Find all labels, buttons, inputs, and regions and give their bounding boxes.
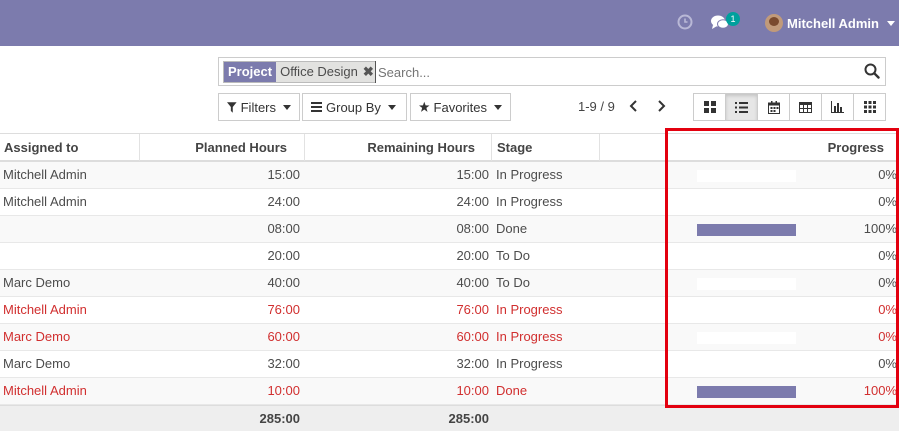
caret-down-icon [387, 104, 396, 110]
chat-counter-badge: 1 [726, 12, 740, 26]
avatar [765, 14, 783, 32]
favorites-label: Favorites [433, 99, 487, 115]
header-stage[interactable]: Stage [497, 134, 532, 161]
cell-assigned-to: Mitchell Admin [3, 167, 87, 182]
cell-remaining-hours: 60:00 [456, 329, 489, 344]
cell-stage: In Progress [496, 329, 563, 344]
kanban-view-button[interactable] [694, 94, 726, 120]
progress-column-highlight [665, 128, 899, 408]
total-remaining-hours: 285:00 [448, 411, 489, 426]
user-menu[interactable]: Mitchell Admin [765, 13, 895, 33]
chevron-left-icon[interactable] [626, 98, 642, 114]
top-navbar: 1 Mitchell Admin [0, 0, 899, 46]
facet-value: Office Design [280, 64, 358, 79]
header-assigned-to[interactable]: Assigned to [4, 134, 78, 161]
cell-stage: In Progress [496, 194, 563, 209]
cell-stage: Done [496, 383, 528, 398]
header-planned-hours[interactable]: Planned Hours [140, 134, 287, 161]
cell-remaining-hours: 32:00 [456, 356, 489, 371]
cell-planned-hours: 15:00 [267, 167, 300, 182]
grid-view-button[interactable] [854, 94, 885, 120]
search-input[interactable] [375, 61, 855, 83]
table-footer-totals: 285:00 285:00 [0, 405, 899, 431]
grid-icon [863, 101, 876, 113]
cell-remaining-hours: 08:00 [456, 221, 489, 236]
cell-stage: Done [496, 221, 528, 236]
bars-icon [311, 102, 322, 112]
user-name: Mitchell Admin [787, 15, 879, 31]
cell-remaining-hours: 40:00 [456, 275, 489, 290]
cell-planned-hours: 20:00 [267, 248, 300, 263]
facet-value-wrap: Office Design ✖ [276, 62, 378, 82]
graph-view-button[interactable] [822, 94, 854, 120]
filter-icon [227, 101, 237, 113]
cell-assigned-to: Marc Demo [3, 275, 71, 290]
cell-assigned-to: Mitchell Admin [3, 302, 87, 317]
cell-stage: To Do [496, 248, 530, 263]
cell-stage: In Progress [496, 167, 563, 182]
list-view-button[interactable] [726, 94, 758, 120]
filters-label: Filters [240, 99, 276, 115]
list-icon [735, 101, 748, 113]
pivot-view-button[interactable] [790, 94, 822, 120]
caret-down-icon [283, 104, 291, 110]
view-switcher [693, 93, 886, 121]
cell-planned-hours: 76:00 [267, 302, 300, 317]
search-facet: Project Office Design ✖ [223, 61, 379, 83]
favorites-button[interactable]: Favorites [410, 93, 511, 121]
table-icon [799, 101, 812, 113]
chevron-down-icon [886, 20, 895, 26]
cell-assigned-to: Mitchell Admin [3, 383, 87, 398]
calendar-view-button[interactable] [758, 94, 790, 120]
facet-category: Project [224, 62, 277, 82]
column-divider [491, 134, 492, 161]
cell-planned-hours: 08:00 [267, 221, 300, 236]
calendar-icon [767, 100, 780, 114]
cell-stage: In Progress [496, 302, 563, 317]
cell-assigned-to: Marc Demo [3, 329, 71, 344]
groupby-label: Group By [326, 99, 381, 115]
cell-stage: To Do [496, 275, 530, 290]
search-bar[interactable]: Project Office Design ✖ [218, 57, 886, 86]
cell-planned-hours: 10:00 [267, 383, 300, 398]
cell-remaining-hours: 24:00 [456, 194, 489, 209]
cell-planned-hours: 40:00 [267, 275, 300, 290]
close-icon[interactable]: ✖ [363, 62, 374, 82]
caret-down-icon [494, 104, 502, 110]
clock-icon[interactable] [677, 14, 693, 30]
cell-remaining-hours: 15:00 [456, 167, 489, 182]
header-remaining-hours[interactable]: Remaining Hours [305, 134, 475, 161]
cell-remaining-hours: 20:00 [456, 248, 489, 263]
kanban-icon [703, 101, 716, 113]
cell-assigned-to: Marc Demo [3, 356, 71, 371]
chevron-right-icon[interactable] [653, 98, 669, 114]
search-icon[interactable] [864, 63, 880, 79]
cell-planned-hours: 24:00 [267, 194, 300, 209]
groupby-button[interactable]: Group By [302, 93, 407, 121]
star-icon [419, 101, 430, 112]
pager-value[interactable]: 1-9 / 9 [578, 99, 615, 114]
cell-remaining-hours: 76:00 [456, 302, 489, 317]
total-planned-hours: 285:00 [259, 411, 300, 426]
cell-remaining-hours: 10:00 [456, 383, 489, 398]
cell-planned-hours: 60:00 [267, 329, 300, 344]
filters-button[interactable]: Filters [218, 93, 300, 121]
cell-planned-hours: 32:00 [267, 356, 300, 371]
bar-chart-icon [831, 101, 844, 113]
cell-assigned-to: Mitchell Admin [3, 194, 87, 209]
cell-stage: In Progress [496, 356, 563, 371]
column-divider [599, 134, 600, 161]
